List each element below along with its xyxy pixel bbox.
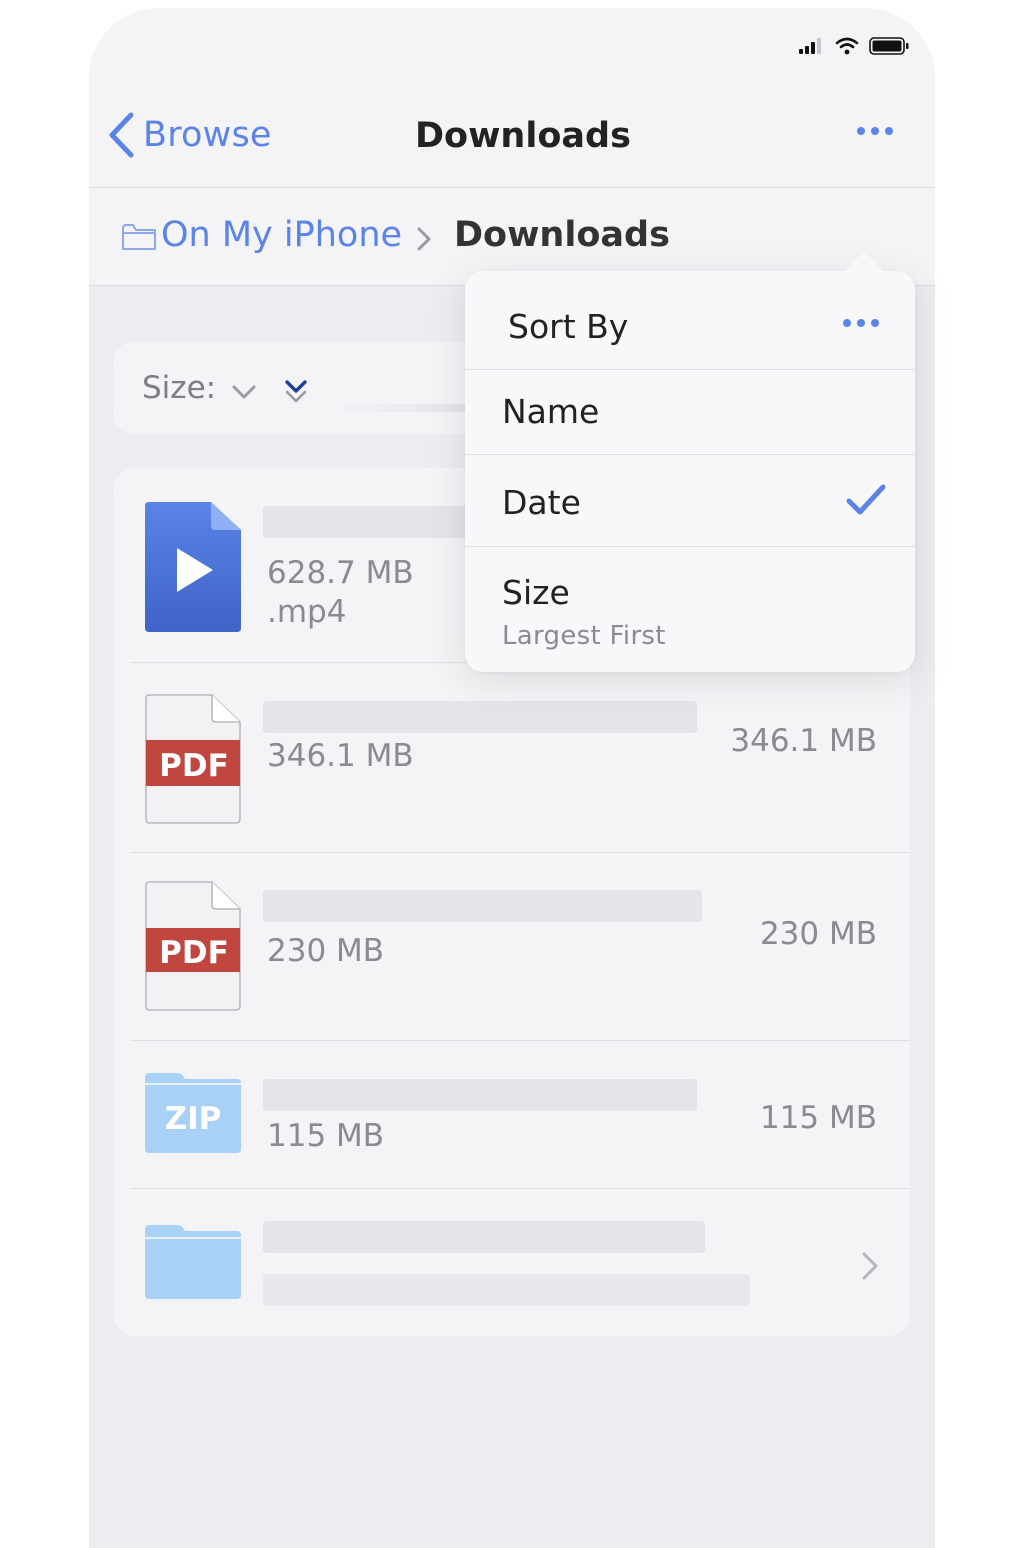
status-bar xyxy=(799,36,909,56)
file-row-pdf-2[interactable]: PDF 230 MB 230 MB xyxy=(113,853,910,1041)
file-size-label: 115 MB xyxy=(267,1118,385,1154)
file-name-placeholder xyxy=(263,701,697,733)
chevron-down-icon[interactable] xyxy=(231,384,257,400)
sort-option-subtitle: Largest First xyxy=(502,621,666,651)
folder-meta-placeholder xyxy=(263,1274,750,1306)
chevron-right-icon xyxy=(862,1252,878,1280)
phone-screen: Browse Downloads On My iPhone Downloads xyxy=(89,8,935,1548)
file-row-zip[interactable]: ZIP 115 MB 115 MB xyxy=(113,1041,910,1189)
folder-icon xyxy=(145,1225,241,1299)
file-size-label: 346.1 MB xyxy=(267,738,414,774)
file-size-right: 230 MB xyxy=(759,916,877,952)
wifi-icon xyxy=(835,37,859,55)
file-row-pdf-1[interactable]: PDF 346.1 MB 346.1 MB xyxy=(113,663,910,853)
cellular-signal-icon xyxy=(799,38,821,54)
battery-icon xyxy=(869,37,909,55)
file-extension-label: .mp4 xyxy=(267,594,347,630)
chevron-left-icon xyxy=(109,112,134,158)
sort-option-label: Size xyxy=(502,573,570,612)
sort-option-name[interactable]: Name xyxy=(465,370,915,454)
sort-popover: Sort By Name Date Size Largest First xyxy=(465,251,915,672)
folder-outline-icon xyxy=(121,222,157,256)
sort-option-label: Date xyxy=(502,483,581,522)
sort-option-date[interactable]: Date xyxy=(465,455,915,546)
more-button[interactable] xyxy=(855,122,895,141)
sort-popover-title: Sort By xyxy=(508,307,629,346)
file-name-placeholder xyxy=(263,1079,697,1111)
checkmark-icon xyxy=(846,484,886,515)
ellipsis-icon[interactable] xyxy=(841,317,881,329)
sort-label: Size: xyxy=(142,370,217,406)
file-size-label: 628.7 MB xyxy=(267,555,414,591)
back-button-label: Browse xyxy=(143,115,272,155)
pdf-badge: PDF xyxy=(159,748,229,784)
file-size-right: 346.1 MB xyxy=(730,723,877,759)
back-button[interactable]: Browse xyxy=(107,112,272,158)
file-size-right: 115 MB xyxy=(759,1100,877,1136)
sort-direction-icon[interactable] xyxy=(283,378,309,406)
file-size-label: 230 MB xyxy=(267,933,385,969)
folder-row[interactable] xyxy=(113,1189,910,1336)
sort-option-size[interactable]: Size Largest First xyxy=(465,547,915,672)
folder-name-placeholder xyxy=(263,1221,705,1253)
navigation-header: Browse Downloads On My iPhone Downloads xyxy=(89,8,935,286)
file-name-placeholder xyxy=(263,890,702,922)
sort-option-label: Name xyxy=(502,392,600,431)
pdf-badge: PDF xyxy=(159,935,229,971)
page-title: Downloads xyxy=(415,116,631,156)
chevron-right-icon xyxy=(416,226,432,256)
video-file-icon xyxy=(145,502,241,632)
breadcrumb-root[interactable]: On My iPhone xyxy=(161,215,402,255)
breadcrumb-current: Downloads xyxy=(454,215,670,255)
ellipsis-icon xyxy=(857,127,893,135)
zip-badge: ZIP xyxy=(164,1101,222,1137)
header-divider xyxy=(89,187,935,188)
